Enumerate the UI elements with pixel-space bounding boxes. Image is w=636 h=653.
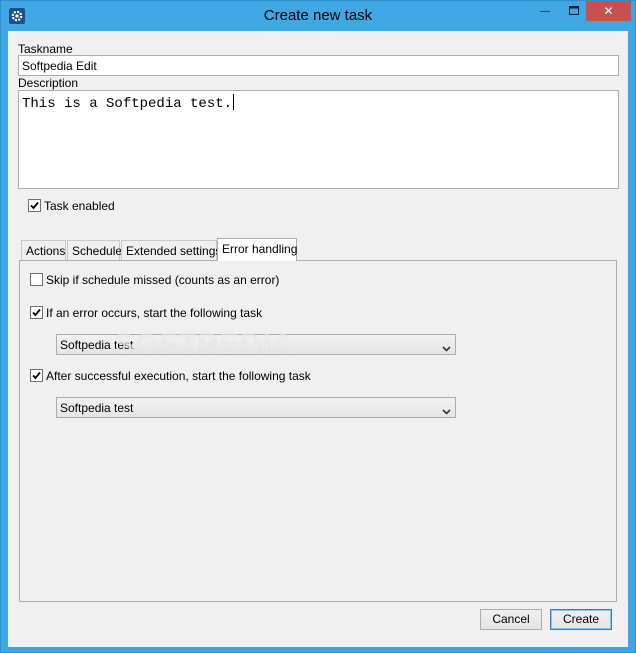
description-text: This is a Softpedia test. — [22, 96, 233, 112]
maximize-button[interactable] — [560, 1, 588, 21]
skip-missed-checkbox[interactable] — [30, 273, 43, 286]
tab-error-handling[interactable]: Error handling — [217, 238, 297, 261]
close-icon: ✕ — [603, 4, 614, 18]
chevron-down-icon — [442, 341, 451, 355]
tab-schedule[interactable]: Schedule — [67, 240, 122, 260]
on-error-label: If an error occurs, start the following … — [46, 306, 263, 320]
taskname-field[interactable] — [18, 55, 619, 76]
checkmark-icon — [32, 308, 41, 317]
checkmark-icon — [32, 371, 41, 380]
minimize-button[interactable]: — — [531, 1, 559, 21]
on-success-label: After successful execution, start the fo… — [46, 369, 311, 383]
create-button[interactable]: Create — [550, 609, 612, 630]
description-label: Description — [18, 76, 79, 90]
text-caret — [233, 94, 235, 110]
on-success-task-value: Softpedia test — [60, 401, 134, 415]
task-enabled-checkbox[interactable] — [28, 199, 41, 212]
tab-extended-settings[interactable]: Extended settings — [121, 240, 221, 260]
error-handling-panel: Skip if schedule missed (counts as an er… — [19, 260, 617, 602]
cancel-button[interactable]: Cancel — [480, 609, 542, 630]
on-success-checkbox[interactable] — [30, 369, 43, 382]
tab-actions[interactable]: Actions — [21, 240, 66, 260]
close-button[interactable]: ✕ — [586, 1, 631, 21]
minimize-icon: — — [540, 5, 550, 17]
task-enabled-label: Task enabled — [44, 199, 115, 213]
taskname-input[interactable] — [19, 56, 618, 75]
on-error-checkbox[interactable] — [30, 306, 43, 319]
taskname-label: Taskname — [18, 42, 73, 56]
dialog-window: Create new task — ✕ Taskname Description… — [0, 0, 636, 653]
chevron-down-icon — [442, 404, 451, 418]
title-bar[interactable]: Create new task — ✕ — [1, 1, 635, 31]
dialog-body: Taskname Description This is a Softpedia… — [8, 31, 628, 647]
description-textarea[interactable]: This is a Softpedia test. — [18, 90, 619, 189]
skip-missed-label: Skip if schedule missed (counts as an er… — [46, 273, 280, 287]
checkmark-icon — [30, 201, 39, 210]
maximize-icon — [569, 4, 579, 18]
on-success-task-select[interactable]: Softpedia test — [56, 397, 456, 418]
watermark-logo: SOFTPEDIA — [114, 328, 295, 361]
